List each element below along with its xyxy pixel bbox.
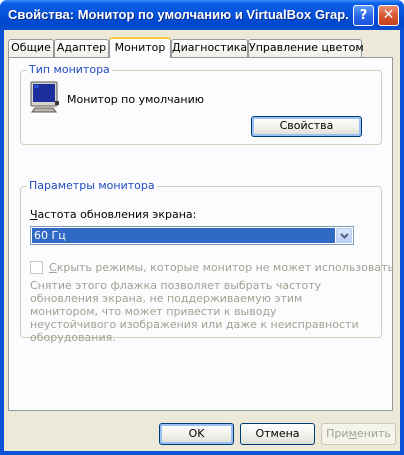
tab-diagnostics[interactable]: Диагностика — [171, 39, 248, 57]
monitor-tab-panel: Тип монитора Монитор по умолчанию Свойст… — [8, 57, 394, 411]
monitor-type-group: Тип монитора Монитор по умолчанию Свойст… — [20, 63, 382, 145]
monitor-name: Монитор по умолчанию — [67, 93, 205, 106]
monitor-settings-group: Параметры монитора Частота обновления эк… — [20, 179, 394, 344]
hide-modes-hint: Снятие этого флажка позволяет выбрать ча… — [30, 279, 359, 344]
help-button[interactable]: ? — [353, 5, 374, 26]
tab-general[interactable]: Общие — [8, 39, 54, 57]
monitor-properties-button[interactable]: Свойства — [251, 116, 362, 137]
window-title: Свойства: Монитор по умолчанию и Virtual… — [8, 7, 348, 22]
apply-button[interactable]: Применить — [321, 423, 396, 445]
ok-button[interactable]: OK — [159, 423, 234, 445]
tab-adapter[interactable]: Адаптер — [54, 39, 109, 57]
dialog-body: Общие Адаптер Монитор Диагностика Управл… — [4, 30, 400, 451]
hide-modes-label-accel: С — [49, 261, 57, 274]
hide-modes-label: Скрыть режимы, которые монитор не может … — [49, 261, 394, 274]
apply-label-prefix: При — [326, 427, 349, 440]
monitor-icon — [30, 81, 59, 113]
refresh-rate-label-text: астота обновления экрана: — [37, 208, 197, 221]
tab-color-management[interactable]: Управление цветом — [248, 39, 364, 57]
monitor-settings-group-label: Параметры монитора — [27, 179, 157, 192]
cancel-button[interactable]: Отмена — [240, 423, 315, 445]
close-button[interactable]: ✕ — [378, 5, 399, 26]
monitor-type-group-label: Тип монитора — [27, 63, 112, 76]
refresh-rate-label-accel: Ч — [30, 208, 38, 221]
chevron-down-icon[interactable] — [336, 228, 352, 243]
title-bar[interactable]: Свойства: Монитор по умолчанию и Virtual… — [0, 0, 404, 30]
tab-strip: Общие Адаптер Монитор Диагностика Управл… — [8, 37, 388, 58]
apply-label-accel: м — [348, 427, 357, 440]
refresh-rate-value: 60 Гц — [32, 228, 335, 243]
tab-monitor[interactable]: Монитор — [109, 37, 171, 58]
refresh-rate-select[interactable]: 60 Гц — [30, 226, 354, 245]
hide-modes-label-text: крыть режимы, которые монитор не может и… — [56, 261, 394, 274]
apply-label-rest: енить — [356, 427, 391, 440]
properties-dialog: Свойства: Монитор по умолчанию и Virtual… — [0, 0, 404, 455]
hide-modes-checkbox[interactable] — [30, 261, 43, 274]
refresh-rate-label: Частота обновления экрана: — [30, 208, 196, 221]
